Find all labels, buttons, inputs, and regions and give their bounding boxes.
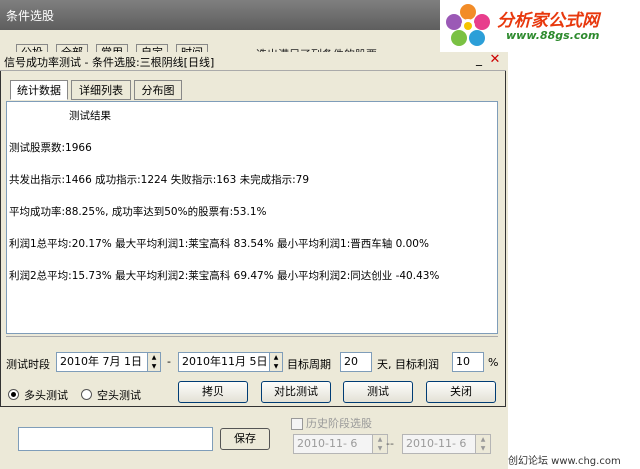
close-icon[interactable]: ✕ bbox=[489, 53, 501, 66]
radio-short-label: 空头测试 bbox=[97, 389, 141, 402]
tab-distribution[interactable]: 分布图 bbox=[134, 80, 182, 100]
percent-label: % bbox=[488, 356, 499, 369]
date-to-spinner[interactable]: ▲ ▼ bbox=[269, 352, 283, 372]
result-line-stock-count: 测试股票数:1966 bbox=[9, 142, 92, 154]
logo-url: www.88gs.com bbox=[506, 29, 600, 42]
target-period-label: 目标周期 bbox=[287, 358, 331, 371]
tab-detail-list[interactable]: 详细列表 bbox=[71, 80, 131, 100]
logo-text: 分析家公式网 bbox=[497, 11, 599, 31]
date-from-spinner[interactable]: ▲ ▼ bbox=[147, 352, 161, 372]
dialog-title: 信号成功率测试 - 条件选股:三根阴线[日线] bbox=[4, 56, 215, 69]
date-from-field[interactable]: 2010年 7月 1日 bbox=[56, 352, 148, 372]
bg-window-titlebar: 条件选股 bbox=[0, 0, 508, 30]
result-line-profit2: 利润2总平均:15.73% 最大平均利润2:莱宝高科 69.47% 最小平均利润… bbox=[9, 270, 440, 282]
target-profit-label: 天, 目标利润 bbox=[377, 358, 439, 371]
results-heading: 测试结果 bbox=[69, 110, 111, 122]
flower-logo-icon bbox=[446, 4, 490, 46]
forum-watermark: 创幻论坛 www.chg.com bbox=[508, 456, 621, 467]
target-profit-input[interactable]: 10 bbox=[452, 352, 484, 372]
radio-long-test[interactable] bbox=[8, 389, 19, 400]
minimize-icon[interactable]: _ bbox=[473, 53, 485, 66]
divider bbox=[6, 336, 498, 337]
period-label: 测试时段 bbox=[6, 358, 50, 371]
result-line-success-rate: 平均成功率:88.25%, 成功率达到50%的股票有:53.1% bbox=[9, 206, 267, 218]
history-checkbox[interactable] bbox=[291, 418, 303, 430]
result-line-signals: 共发出指示:1466 成功指示:1224 失败指示:163 未完成指示:79 bbox=[9, 174, 310, 186]
target-period-input[interactable]: 20 bbox=[340, 352, 372, 372]
radio-short-test[interactable] bbox=[81, 389, 92, 400]
history-checkbox-label: 历史阶段选股 bbox=[306, 417, 372, 430]
tab-statistics[interactable]: 统计数据 bbox=[10, 80, 68, 100]
compare-test-button[interactable]: 对比测试 bbox=[261, 381, 331, 403]
radio-long-label: 多头测试 bbox=[24, 389, 68, 402]
save-button[interactable]: 保存 bbox=[220, 428, 270, 450]
results-panel: 测试结果 测试股票数:1966 共发出指示:1466 成功指示:1224 失败指… bbox=[6, 101, 498, 334]
bg-window-title: 条件选股 bbox=[6, 9, 55, 23]
bg-date-to[interactable]: 2010-11- 6 bbox=[402, 434, 481, 454]
date-to-field[interactable]: 2010年11月 5日 bbox=[178, 352, 270, 372]
date-separator: - bbox=[167, 355, 171, 368]
bg-date-separator: -- bbox=[386, 437, 394, 450]
bg-date-to-spinner[interactable]: ▲ ▼ bbox=[475, 434, 491, 454]
bg-text-input[interactable] bbox=[18, 427, 213, 451]
test-button[interactable]: 测试 bbox=[343, 381, 413, 403]
copy-button[interactable]: 拷贝 bbox=[178, 381, 248, 403]
close-button[interactable]: 关闭 bbox=[426, 381, 496, 403]
bg-date-from[interactable]: 2010-11- 6 bbox=[293, 434, 378, 454]
result-line-profit1: 利润1总平均:20.17% 最大平均利润1:莱宝高科 83.54% 最小平均利润… bbox=[9, 238, 429, 250]
